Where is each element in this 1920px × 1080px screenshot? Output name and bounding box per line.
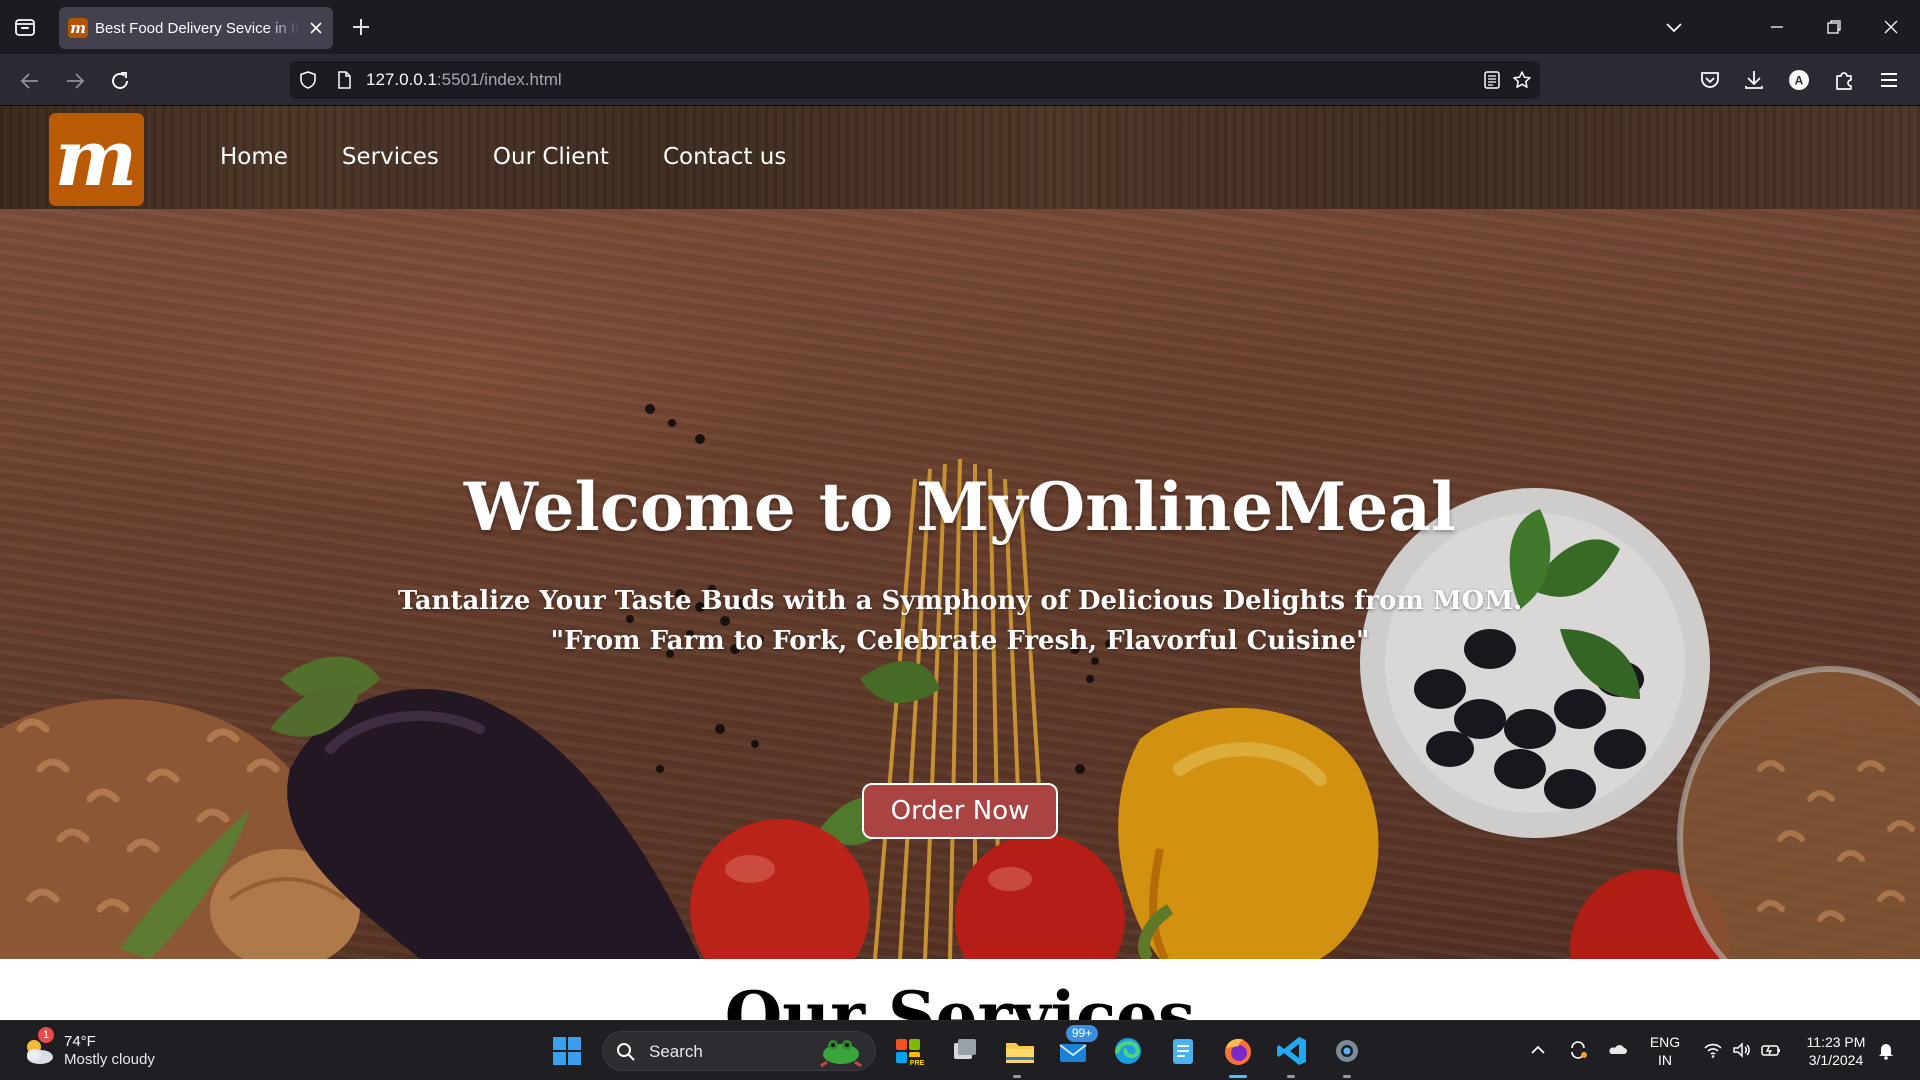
reload-icon[interactable]	[107, 68, 133, 94]
search-icon	[617, 1043, 635, 1061]
extensions-puzzle-icon[interactable]	[1831, 67, 1857, 93]
list-all-tabs-chevron-icon[interactable]	[1662, 15, 1686, 39]
svg-text:m: m	[55, 113, 138, 204]
wifi-icon[interactable]	[1702, 1039, 1724, 1061]
battery-icon[interactable]	[1760, 1039, 1782, 1061]
url-path: :5501/index.html	[436, 70, 562, 89]
tab-favicon-icon: m	[68, 18, 88, 38]
windows-start-icon[interactable]	[551, 1035, 583, 1067]
clock[interactable]: 11:23 PM 3/1/2024	[1796, 1033, 1876, 1069]
show-hidden-icons-chevron-icon[interactable]	[1527, 1039, 1549, 1061]
notepad-icon[interactable]	[1163, 1031, 1203, 1071]
ms-store-preview-icon[interactable]: PRE	[888, 1031, 928, 1071]
minimize-icon[interactable]	[1765, 15, 1789, 39]
file-explorer-icon[interactable]	[1000, 1031, 1040, 1071]
tracking-protection-shield-icon[interactable]	[298, 70, 318, 90]
url-host: 127.0.0.1	[366, 70, 437, 89]
page-info-icon[interactable]	[334, 70, 354, 90]
hero-title: Welcome to MyOnlineMeal	[463, 468, 1457, 546]
web-page: Welcome to MyOnlineMeal Tantalize Your T…	[0, 106, 1920, 1020]
vscode-running-indicator	[1287, 1075, 1295, 1078]
order-now-button[interactable]: Order Now	[862, 783, 1058, 839]
site-header: m Home Services Our Client Contact us	[0, 106, 1920, 209]
reader-view-icon[interactable]	[1482, 70, 1502, 90]
nav-our-client-link[interactable]: Our Client	[493, 142, 609, 172]
clock-date: 3/1/2024	[1808, 1052, 1864, 1068]
firefox-running-indicator	[1229, 1075, 1247, 1078]
services-heading: Our Services	[724, 977, 1196, 1020]
search-label: Search	[649, 1042, 703, 1061]
hero-subtitle: Tantalize Your Taste Buds with a Symphon…	[0, 581, 1920, 661]
settings-gear-icon[interactable]	[1327, 1031, 1367, 1071]
nav-home-link[interactable]: Home	[220, 142, 288, 172]
clock-time: 11:23 PM	[1806, 1034, 1866, 1050]
bookmark-star-icon[interactable]	[1512, 70, 1532, 90]
vscode-icon[interactable]	[1272, 1031, 1312, 1071]
tab-title: Best Food Delivery Sevice in India	[95, 20, 299, 37]
close-tab-icon[interactable]	[307, 19, 325, 37]
hero-section: Welcome to MyOnlineMeal Tantalize Your T…	[0, 209, 1920, 959]
weather-temperature: 74°F	[64, 1033, 96, 1050]
language-code: ENG	[1649, 1034, 1681, 1050]
url-text[interactable]: 127.0.0.1:5501/index.html	[366, 70, 562, 90]
search-highlight-frog-icon	[820, 1040, 862, 1068]
settings-running-indicator	[1343, 1075, 1351, 1078]
weather-alert-badge: 1	[38, 1027, 54, 1043]
address-bar[interactable]: 127.0.0.1:5501/index.html	[290, 61, 1540, 99]
onedrive-cloud-icon[interactable]	[1607, 1039, 1629, 1061]
restore-icon[interactable]	[1822, 15, 1846, 39]
taskbar-search-box[interactable]: Search	[602, 1031, 876, 1071]
forward-arrow-icon[interactable]	[62, 68, 88, 94]
account-avatar-icon[interactable]: A	[1786, 67, 1812, 93]
language-indicator[interactable]: ENG IN	[1647, 1033, 1683, 1069]
new-tab-icon[interactable]	[349, 15, 373, 39]
browser-tab-bar: m Best Food Delivery Sevice in India	[0, 0, 1920, 54]
edge-browser-icon[interactable]	[1108, 1031, 1148, 1071]
browser-toolbar: 127.0.0.1:5501/index.html A	[0, 54, 1920, 106]
back-arrow-icon[interactable]	[17, 68, 43, 94]
language-region: IN	[1658, 1052, 1672, 1068]
mail-unread-badge: 99+	[1066, 1025, 1098, 1042]
task-view-icon[interactable]	[944, 1031, 984, 1071]
close-window-icon[interactable]	[1879, 15, 1903, 39]
logo-m-icon: m	[55, 113, 138, 204]
notifications-bell-icon[interactable]	[1875, 1039, 1897, 1061]
hero-tagline: Tantalize Your Taste Buds with a Symphon…	[397, 586, 1523, 616]
windows-taskbar: 1 74°F Mostly cloudy Search PRE 99+ ENG …	[0, 1020, 1920, 1080]
tab-list-icon[interactable]	[13, 15, 37, 39]
downloads-icon[interactable]	[1741, 67, 1767, 93]
volume-icon[interactable]	[1731, 1039, 1753, 1061]
nav-services-link[interactable]: Services	[342, 142, 439, 172]
pocket-icon[interactable]	[1697, 67, 1723, 93]
hero-quote: "From Farm to Fork, Celebrate Fresh, Fla…	[550, 626, 1370, 656]
sync-update-icon[interactable]	[1567, 1039, 1589, 1061]
svg-text:A: A	[1795, 74, 1804, 88]
weather-description: Mostly cloudy	[64, 1051, 155, 1068]
browser-tab-active[interactable]: m Best Food Delivery Sevice in India	[59, 7, 333, 49]
site-nav: Home Services Our Client Contact us	[220, 142, 840, 172]
explorer-running-indicator	[1013, 1075, 1021, 1078]
nav-contact-us-link[interactable]: Contact us	[663, 142, 786, 172]
weather-widget[interactable]: 1 74°F Mostly cloudy	[20, 1027, 180, 1073]
app-menu-hamburger-icon[interactable]	[1876, 67, 1902, 93]
store-badge: PRE	[910, 1060, 925, 1067]
firefox-icon[interactable]	[1218, 1031, 1258, 1071]
site-logo[interactable]: m	[49, 113, 144, 206]
